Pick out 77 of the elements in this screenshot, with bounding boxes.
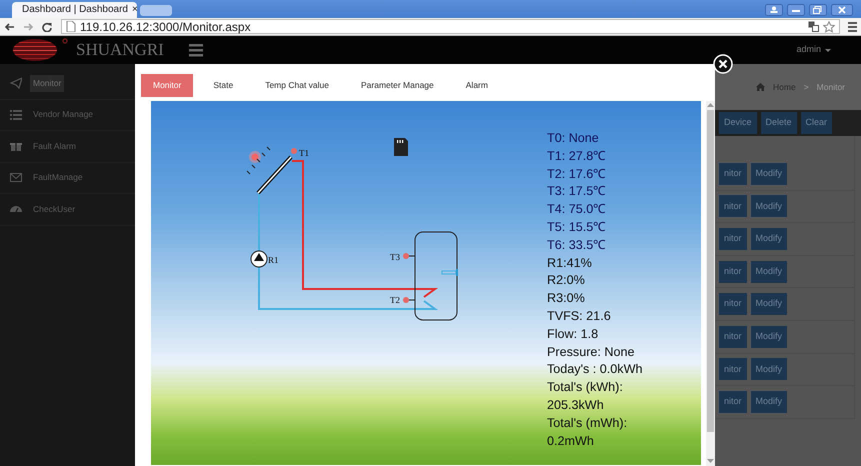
reading-text: Total's (mWh): [547, 414, 628, 432]
reading-text: R1:41% [547, 254, 593, 272]
reading-text: Pressure: None [547, 344, 636, 361]
reading-text: T4: 75.0℃ [547, 201, 608, 218]
row-action-button[interactable]: Modify [750, 293, 788, 316]
caret-icon [825, 48, 831, 52]
breadcrumb-current: Monitor [816, 80, 845, 94]
row-action-button[interactable]: nitor [719, 293, 747, 316]
minimize-icon[interactable] [787, 4, 805, 16]
address-field[interactable]: 119.10.26.12:3000/Monitor.aspx [61, 19, 840, 34]
reading-text: Flow: 1.8 [547, 326, 600, 343]
reading-text: Today's : 0.0kWh [547, 361, 642, 378]
user-menu[interactable]: admin [796, 43, 831, 57]
row-action-button[interactable]: Modify [750, 260, 788, 283]
row-action-button[interactable]: nitor [719, 358, 747, 380]
home-icon [756, 83, 765, 91]
logo-icon [12, 38, 68, 62]
sidebar-item[interactable]: Monitor [0, 68, 135, 100]
paper-plane-icon [10, 77, 22, 90]
row-action-button[interactable]: Modify [750, 228, 788, 250]
row-action-button[interactable]: Modify [750, 326, 788, 348]
tab[interactable]: Alarm [454, 74, 500, 97]
menu-icon[interactable] [848, 20, 857, 32]
sensor-dot [403, 297, 409, 303]
back-icon[interactable] [4, 22, 15, 32]
sd-card-icon [394, 138, 408, 156]
sensor-label: T2 [390, 295, 400, 305]
row-action-button[interactable]: nitor [719, 390, 747, 413]
row-action-button[interactable]: nitor [719, 162, 747, 185]
reading-text: T2: 17.6℃ [547, 166, 608, 183]
row-action-button[interactable]: Modify [750, 390, 788, 413]
sun-icon [249, 151, 261, 163]
list-icon [10, 108, 22, 121]
sensor-dot [291, 148, 297, 154]
row-action-button[interactable]: nitor [719, 326, 747, 348]
restore-icon[interactable] [809, 4, 827, 16]
reading-text: 0.2mWh [547, 432, 595, 450]
gift-icon [10, 140, 22, 152]
reading-text: T0: None [547, 130, 600, 147]
reading-text: T5: 15.5℃ [547, 218, 608, 236]
star-icon[interactable] [823, 20, 835, 32]
sensor-dot [403, 253, 409, 259]
sensor-label: T3 [390, 252, 400, 262]
tab-close-button[interactable]: × [132, 2, 138, 18]
row-action-button[interactable]: Modify [750, 358, 788, 380]
user-icon[interactable] [765, 4, 783, 16]
reading-text: T1: 27.8℃ [547, 148, 608, 165]
tab[interactable]: Monitor [141, 74, 194, 97]
pump-label: R1 [268, 255, 279, 265]
tab[interactable]: Parameter Manage [349, 74, 446, 97]
brand-name: SHUANGRI [76, 39, 164, 62]
reading-text: R2:0% [547, 272, 586, 290]
toolbar-button[interactable]: Clear [800, 112, 832, 134]
reading-text: TVFS: 21.6 [547, 308, 612, 325]
menu-icon[interactable] [188, 44, 203, 56]
reading-text: T6: 33.5℃ [547, 236, 608, 254]
tab[interactable]: State [201, 74, 246, 97]
toolbar-button[interactable]: Device [719, 112, 757, 134]
sensor-label: T1 [299, 148, 309, 158]
row-action-button[interactable]: nitor [719, 260, 747, 283]
row-action-button[interactable]: Modify [750, 162, 788, 185]
row-action-button[interactable]: nitor [719, 228, 747, 250]
reading-text: R3:0% [547, 290, 586, 308]
tab[interactable]: Temp Chat value [253, 74, 341, 97]
toolbar-button[interactable]: Delete [760, 112, 797, 134]
page-icon [66, 21, 76, 32]
pump-icon [250, 250, 268, 268]
reading-text: Total's (kWh): [547, 379, 624, 396]
envelope-icon [10, 172, 22, 184]
browser-tab[interactable]: Dashboard | Dashboard × [12, 2, 137, 18]
reading-text: 205.3kWh [547, 396, 605, 414]
reload-icon[interactable] [42, 22, 53, 32]
solar-collector-drawing [246, 146, 292, 194]
reading-text: T3: 17.5℃ [547, 183, 608, 200]
row-action-button[interactable]: nitor [719, 195, 747, 218]
breadcrumb-separator: > [804, 80, 809, 94]
row-action-button[interactable]: Modify [750, 195, 788, 218]
